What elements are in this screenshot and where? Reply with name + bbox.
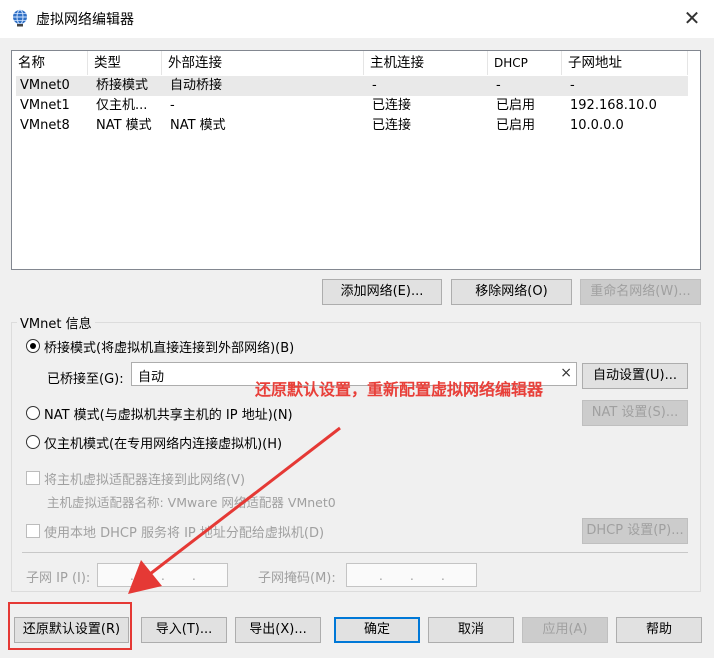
connect-adapter-checkbox[interactable] [26, 471, 40, 485]
ip-separator: . [161, 569, 165, 583]
host-only-mode-radio[interactable] [26, 435, 40, 449]
column-header-type[interactable]: 类型 [88, 51, 162, 75]
ip-separator: . [192, 569, 196, 583]
remove-network-button[interactable]: 移除网络(O) [451, 279, 572, 305]
cell-dhcp: 已启用 [496, 98, 536, 113]
bridged-mode-radio[interactable] [26, 339, 40, 353]
subnet-mask-input[interactable]: . . . [346, 563, 477, 587]
connect-adapter-label[interactable]: 将主机虚拟适配器连接到此网络(V) [44, 469, 245, 488]
column-header-host[interactable]: 主机连接 [364, 51, 488, 75]
bridged-mode-label[interactable]: 桥接模式(将虚拟机直接连接到外部网络)(B) [44, 337, 294, 356]
cell-subnet: 10.0.0.0 [570, 118, 624, 133]
ok-button[interactable]: 确定 [334, 617, 420, 643]
column-header-subnet[interactable]: 子网地址 [562, 51, 688, 75]
dhcp-settings-button[interactable]: DHCP 设置(P)... [582, 518, 688, 544]
dhcp-label[interactable]: 使用本地 DHCP 服务将 IP 地址分配给虚拟机(D) [44, 522, 324, 541]
cell-external: 自动桥接 [170, 78, 223, 93]
cell-dhcp: - [496, 78, 501, 93]
ip-separator: . [379, 569, 383, 583]
subnet-ip-input[interactable]: . . . [97, 563, 228, 587]
divider [22, 552, 688, 553]
ip-separator: . [410, 569, 414, 583]
subnet-mask-label: 子网掩码(M): [258, 571, 336, 586]
cell-subnet: 192.168.10.0 [570, 98, 657, 113]
nat-settings-button[interactable]: NAT 设置(S)... [582, 400, 688, 426]
dhcp-checkbox[interactable] [26, 524, 40, 538]
ip-separator: . [441, 569, 445, 583]
column-header-external[interactable]: 外部连接 [162, 51, 364, 75]
column-header-name[interactable]: 名称 [12, 51, 88, 75]
network-list[interactable]: 名称 类型 外部连接 主机连接 DHCP 子网地址 VMnet0 桥接模式 自动… [11, 50, 701, 270]
cell-host: - [372, 78, 377, 93]
window-title: 虚拟网络编辑器 [36, 12, 134, 28]
cell-type: 仅主机... [96, 98, 148, 113]
nat-mode-radio[interactable] [26, 406, 40, 420]
bridged-to-value: 自动 [138, 370, 165, 385]
table-row[interactable]: VMnet8 NAT 模式 NAT 模式 已连接 已启用 10.0.0.0 [16, 116, 688, 136]
annotation-text: 还原默认设置，重新配置虚拟网络编辑器 [255, 380, 544, 399]
export-button[interactable]: 导出(X)... [235, 617, 321, 643]
vmnet-info-title: VMnet 信息 [17, 313, 95, 332]
bridged-to-label: 已桥接至(G): [47, 372, 124, 387]
annotation-highlight-box [8, 602, 132, 650]
ip-separator: . [130, 569, 134, 583]
table-row[interactable]: VMnet0 桥接模式 自动桥接 - - - [16, 76, 688, 96]
help-button[interactable]: 帮助 [616, 617, 702, 643]
cell-name: VMnet0 [20, 78, 70, 93]
cancel-button[interactable]: 取消 [428, 617, 514, 643]
cell-external: - [170, 98, 175, 113]
auto-settings-button[interactable]: 自动设置(U)... [582, 363, 688, 389]
cell-dhcp: 已启用 [496, 118, 536, 133]
host-only-mode-label[interactable]: 仅主机模式(在专用网络内连接虚拟机)(H) [44, 433, 282, 452]
nat-mode-label[interactable]: NAT 模式(与虚拟机共享主机的 IP 地址)(N) [44, 404, 293, 423]
cell-name: VMnet8 [20, 118, 70, 133]
cell-external: NAT 模式 [170, 118, 226, 133]
cell-type: NAT 模式 [96, 118, 152, 133]
close-button[interactable]: ✕ [676, 4, 708, 32]
cell-host: 已连接 [372, 98, 412, 113]
cell-name: VMnet1 [20, 98, 70, 113]
table-row[interactable]: VMnet1 仅主机... - 已连接 已启用 192.168.10.0 [16, 96, 688, 116]
adapter-name-text: 主机虚拟适配器名称: VMware 网络适配器 VMnet0 [47, 495, 336, 510]
cell-host: 已连接 [372, 118, 412, 133]
rename-network-button[interactable]: 重命名网络(W)... [580, 279, 701, 305]
title-bar: 虚拟网络编辑器 ✕ [0, 0, 714, 38]
column-header-dhcp[interactable]: DHCP [488, 51, 562, 75]
close-icon: ✕ [683, 6, 701, 30]
clear-icon[interactable]: × [560, 365, 572, 381]
network-globe-icon [13, 9, 27, 27]
add-network-button[interactable]: 添加网络(E)... [322, 279, 442, 305]
apply-button[interactable]: 应用(A) [522, 617, 608, 643]
cell-subnet: - [570, 78, 575, 93]
import-button[interactable]: 导入(T)... [141, 617, 227, 643]
cell-type: 桥接模式 [96, 78, 149, 93]
subnet-ip-label: 子网 IP (I): [26, 571, 91, 586]
